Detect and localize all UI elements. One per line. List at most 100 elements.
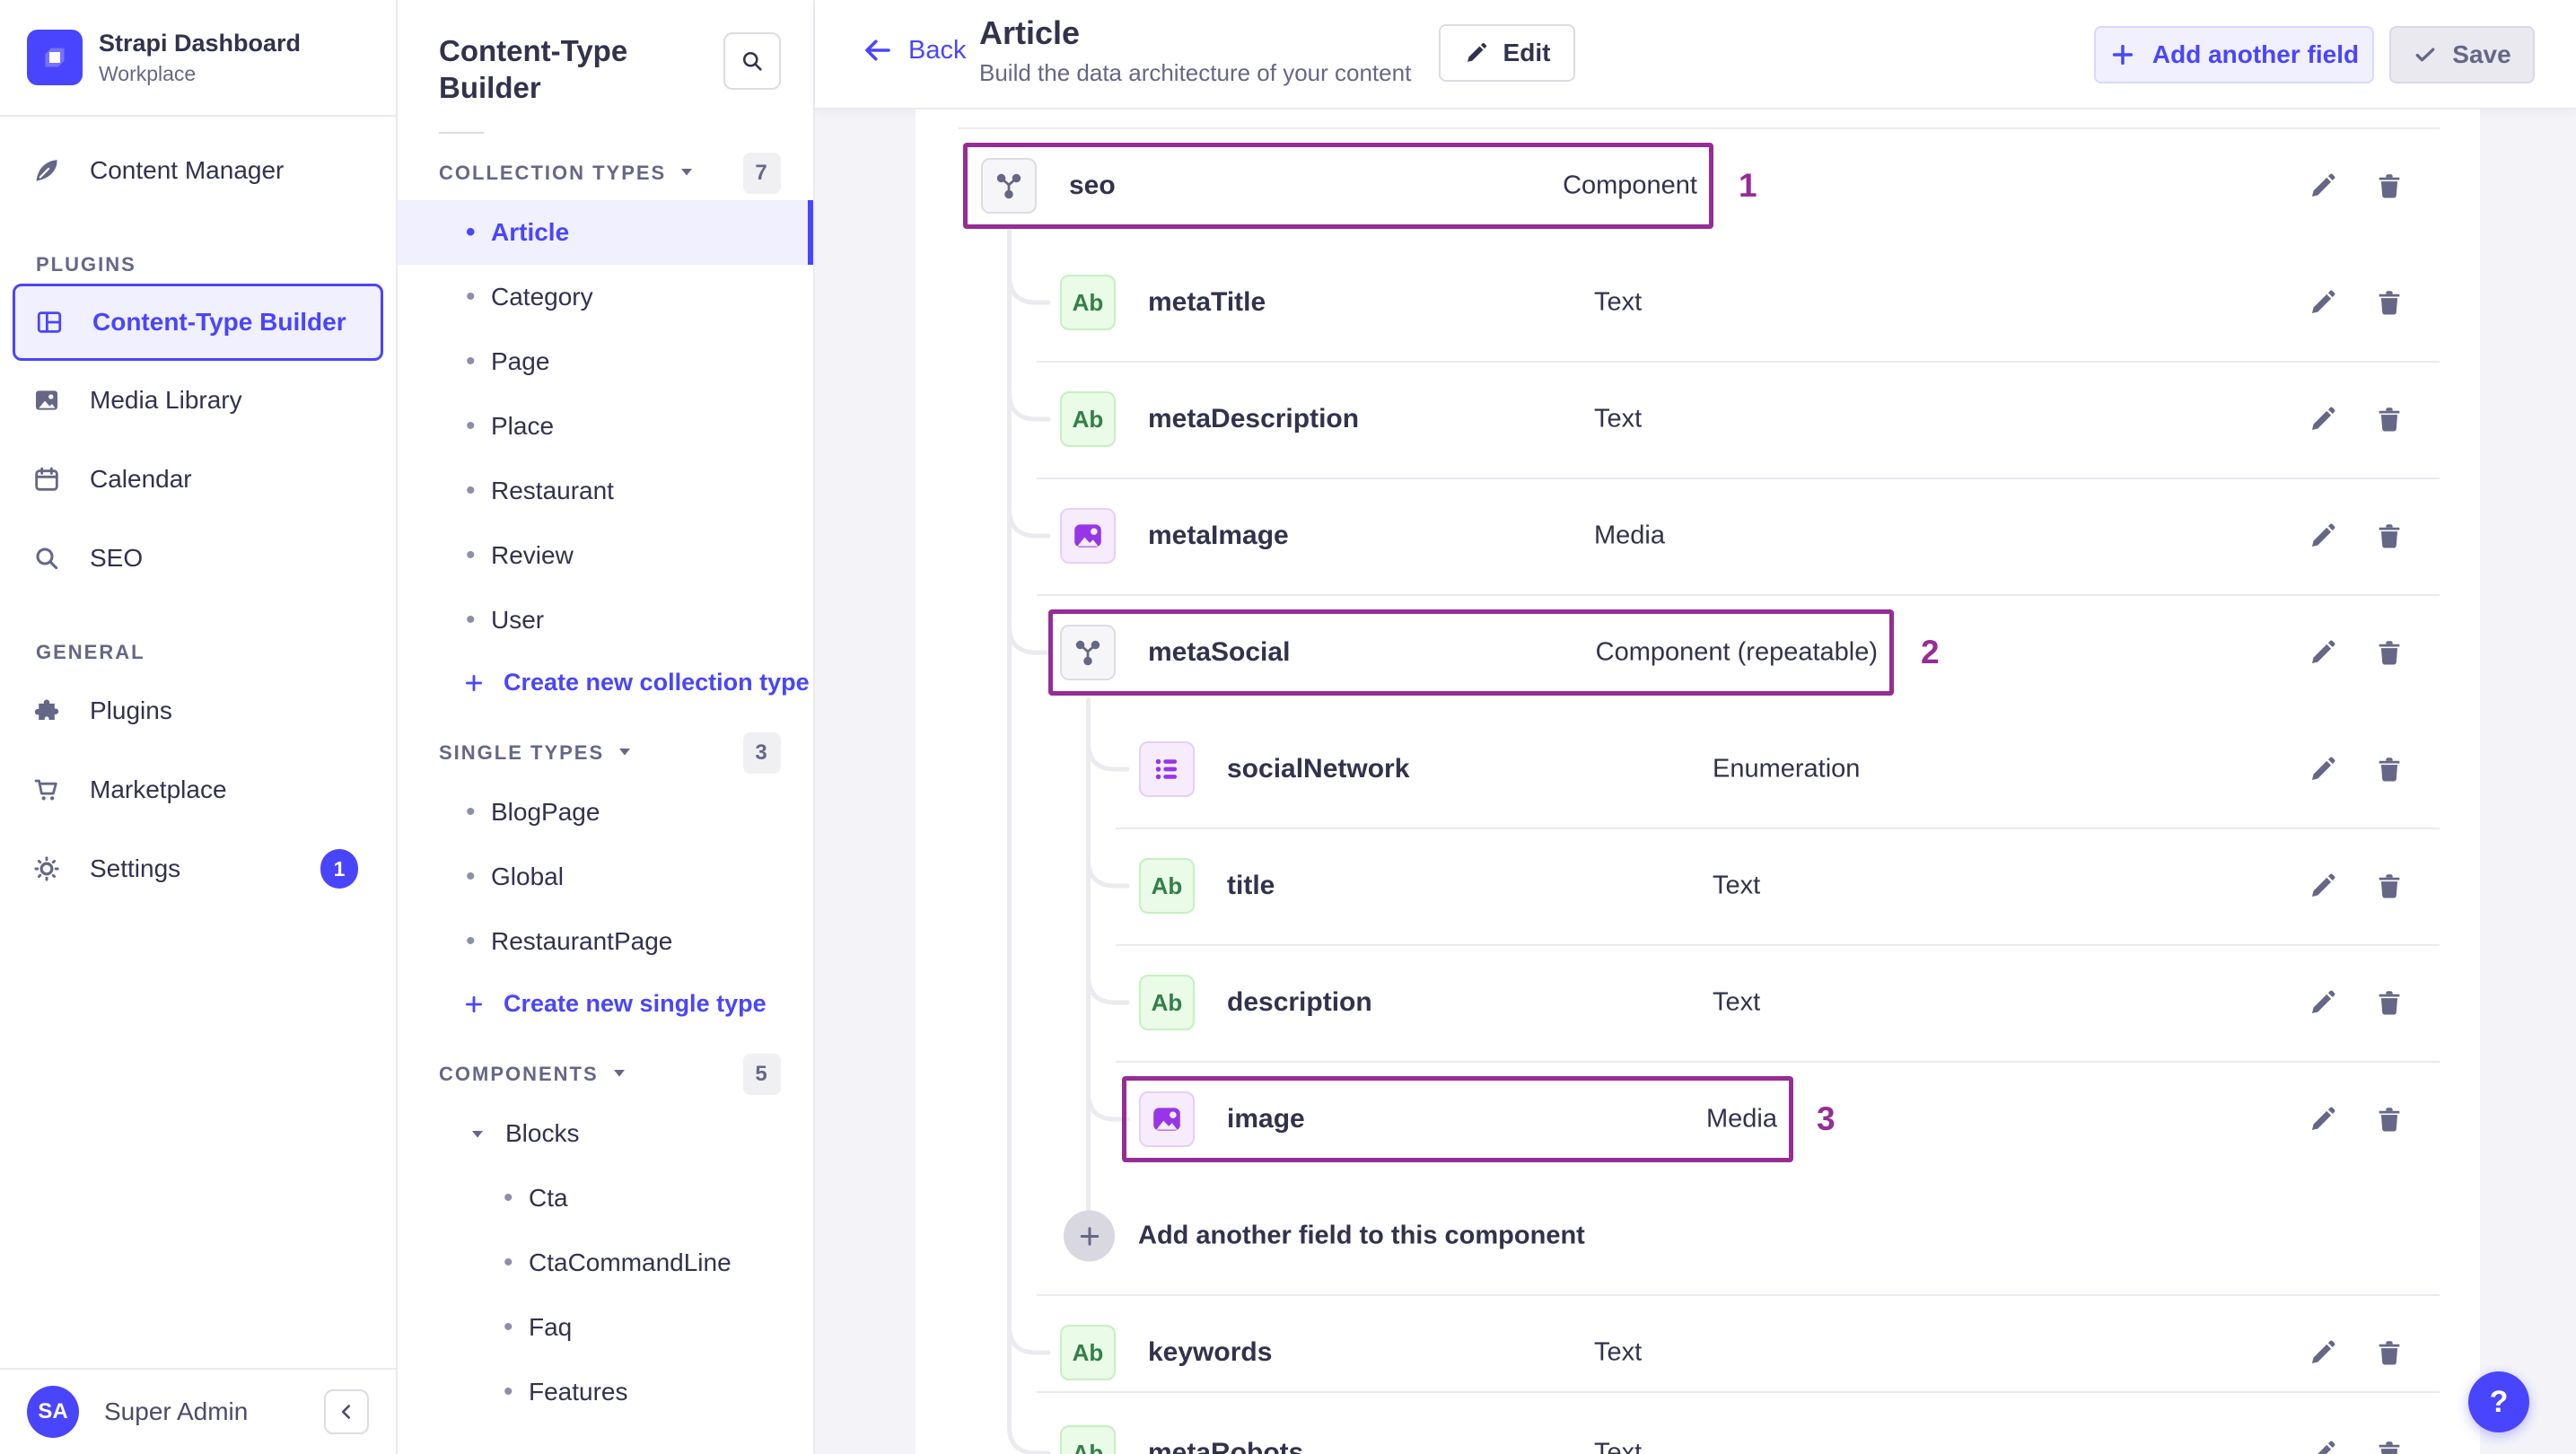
edit-field-button[interactable] (2308, 521, 2338, 551)
type-item-place[interactable]: • Place (398, 394, 813, 459)
sidebar-item-media-library[interactable]: Media Library (0, 361, 396, 440)
field-type: Media (1706, 1104, 1777, 1134)
type-item-label: Article (491, 217, 570, 246)
save-label: Save (2452, 40, 2511, 68)
field-row-keywords[interactable]: Ab keywords Text (916, 1294, 2480, 1411)
sidebar-item-seo[interactable]: SEO (0, 519, 396, 598)
edit-field-button[interactable] (2308, 637, 2338, 668)
field-row-title[interactable]: Ab title Text (916, 828, 2480, 944)
collapse-sidebar-button[interactable] (324, 1389, 369, 1434)
type-item-label: Review (491, 540, 574, 569)
section-header-collection-types[interactable]: COLLECTION TYPES 7 (398, 146, 813, 200)
delete-field-button[interactable] (2374, 754, 2405, 784)
component-item-ctacommandline[interactable]: • CtaCommandLine (398, 1231, 813, 1295)
sidebar-item-label: Marketplace (90, 775, 227, 803)
type-item-restaurant[interactable]: • Restaurant (398, 459, 813, 523)
component-category-blocks[interactable]: Blocks (398, 1101, 813, 1166)
delete-field-button[interactable] (2374, 987, 2405, 1018)
sidebar-item-label: Content-Type Builder (92, 308, 346, 336)
delete-field-button[interactable] (2374, 1337, 2405, 1368)
field-row-metaSocial[interactable]: metaSocial Component (repeatable) (916, 594, 2480, 711)
search-button[interactable] (723, 32, 781, 90)
field-row-image[interactable]: image Media (916, 1061, 2480, 1178)
field-type: Component (repeatable) (1595, 637, 1878, 667)
type-item-review[interactable]: • Review (398, 523, 813, 588)
component-item-cta[interactable]: • Cta (398, 1166, 813, 1231)
edit-button[interactable]: Edit (1439, 24, 1575, 82)
annotation-number-2: 2 (1921, 634, 1940, 670)
edit-field-button[interactable] (2308, 1104, 2338, 1134)
component-item-faq[interactable]: • Faq (398, 1295, 813, 1360)
back-link[interactable]: Back (862, 34, 966, 66)
save-button[interactable]: Save (2389, 26, 2535, 83)
field-name: socialNetwork (1227, 754, 1410, 784)
type-item-page[interactable]: • Page (398, 329, 813, 394)
edit-field-button[interactable] (2308, 871, 2338, 901)
delete-field-button[interactable] (2374, 637, 2405, 668)
sidebar-item-settings[interactable]: Settings 1 (0, 829, 396, 908)
type-item-article[interactable]: • Article (398, 199, 813, 265)
edit-field-button[interactable] (2308, 287, 2338, 318)
field-row-metaImage[interactable]: metaImage Media (916, 477, 2480, 594)
field-type: Text (1713, 871, 1761, 900)
field-row-metaRobots[interactable]: Ab metaRobots Text (916, 1395, 2480, 1454)
field-row-seo[interactable]: seo Component (916, 127, 2480, 244)
field-row-metaTitle[interactable]: Ab metaTitle Text (916, 244, 2480, 361)
field-row-metaDescription[interactable]: Ab metaDescription Text (916, 361, 2480, 477)
puzzle-icon (27, 696, 66, 725)
edit-field-button[interactable] (2308, 1337, 2338, 1368)
component-item-features[interactable]: • Features (398, 1360, 813, 1424)
delete-field-button[interactable] (2374, 1104, 2405, 1134)
section-header-components[interactable]: COMPONENTS 5 (398, 1047, 813, 1101)
sidebar-item-content-manager[interactable]: Content Manager (0, 131, 396, 210)
type-item-label: BlogPage (491, 797, 600, 826)
type-item-category[interactable]: • Category (398, 265, 813, 329)
text-field-icon: Ab (1060, 1325, 1116, 1380)
workspace-header[interactable]: Strapi Dashboard Workplace (0, 0, 396, 117)
section-header-single-types[interactable]: SINGLE TYPES 3 (398, 726, 813, 780)
sidebar-item-label: Content Manager (90, 156, 285, 184)
search-icon (27, 544, 66, 573)
bullet-icon: • (504, 1182, 513, 1213)
add-field-to-component-label: Add another field to this component (1138, 1221, 1585, 1250)
delete-field-button[interactable] (2374, 521, 2405, 551)
delete-field-button[interactable] (2374, 871, 2405, 901)
type-item-blogpage[interactable]: • BlogPage (398, 780, 813, 845)
row-divider (1037, 361, 2440, 363)
chevron-down-icon (617, 741, 633, 765)
edit-field-button[interactable] (2308, 404, 2338, 434)
help-button[interactable]: ? (2468, 1371, 2529, 1432)
type-item-restaurantpage[interactable]: • RestaurantPage (398, 909, 813, 974)
field-row-socialNetwork[interactable]: socialNetwork Enumeration (916, 711, 2480, 828)
page-title: Article (979, 14, 1081, 51)
sidebar-item-label: Calendar (90, 465, 192, 493)
add-field-to-component-button[interactable]: Add another field to this component (916, 1178, 2480, 1294)
delete-field-button[interactable] (2374, 404, 2405, 434)
action-create-new-collection-type[interactable]: Create new collection type (398, 653, 813, 714)
bullet-icon: • (466, 796, 476, 827)
section-label: COLLECTION TYPES (439, 161, 667, 184)
add-another-field-button[interactable]: Add another field (2094, 26, 2374, 83)
edit-field-button[interactable] (2308, 171, 2338, 201)
plus-circle-icon (1064, 1210, 1115, 1262)
delete-field-button[interactable] (2374, 171, 2405, 201)
delete-field-button[interactable] (2374, 1438, 2405, 1454)
type-item-global[interactable]: • Global (398, 845, 813, 909)
section-count-badge: 3 (743, 731, 781, 774)
action-create-new-single-type[interactable]: Create new single type (398, 974, 813, 1035)
delete-field-button[interactable] (2374, 287, 2405, 318)
edit-field-button[interactable] (2308, 1438, 2338, 1454)
chevron-left-icon (341, 1405, 351, 1419)
type-item-label: Page (491, 346, 550, 375)
avatar[interactable]: SA (27, 1386, 79, 1438)
row-divider (1037, 594, 2440, 596)
sidebar-item-calendar[interactable]: Calendar (0, 440, 396, 519)
sidebar-item-plugins[interactable]: Plugins (0, 671, 396, 750)
sidebar-item-content-type-builder[interactable]: Content-Type Builder (13, 284, 383, 361)
edit-field-button[interactable] (2308, 754, 2338, 784)
field-row-description[interactable]: Ab description Text (916, 944, 2480, 1061)
edit-field-button[interactable] (2308, 987, 2338, 1018)
type-item-label: Category (491, 282, 593, 311)
sidebar-item-marketplace[interactable]: Marketplace (0, 750, 396, 829)
type-item-user[interactable]: • User (398, 588, 813, 653)
